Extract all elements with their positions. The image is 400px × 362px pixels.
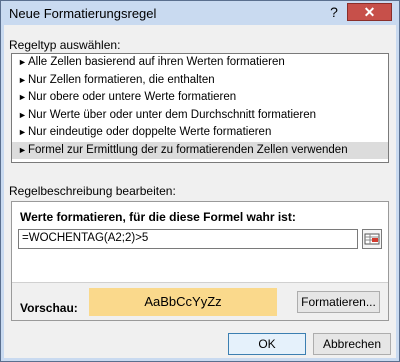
range-select-button[interactable] bbox=[362, 229, 382, 249]
arrow-icon: ► bbox=[18, 74, 27, 85]
help-button[interactable]: ? bbox=[321, 3, 347, 21]
arrow-icon: ► bbox=[18, 109, 27, 120]
close-icon: ✕ bbox=[363, 3, 376, 20]
preview-label: Vorschau: bbox=[20, 301, 78, 315]
format-button[interactable]: Formatieren... bbox=[297, 291, 380, 313]
rule-type-item[interactable]: ►Nur Zellen formatieren, die enthalten bbox=[12, 72, 388, 90]
arrow-icon: ► bbox=[18, 144, 27, 155]
rule-type-item[interactable]: ►Nur eindeutige oder doppelte Werte form… bbox=[12, 124, 388, 142]
rule-type-item-selected[interactable]: ►Formel zur Ermittlung der zu formatiere… bbox=[12, 141, 388, 159]
dialog-body: Regeltyp auswählen: ►Alle Zellen basiere… bbox=[4, 25, 396, 358]
rule-type-item[interactable]: ►Alle Zellen basierend auf ihren Werten … bbox=[12, 54, 388, 72]
ok-button[interactable]: OK bbox=[228, 333, 306, 355]
range-select-icon bbox=[364, 233, 380, 245]
rule-type-list[interactable]: ►Alle Zellen basierend auf ihren Werten … bbox=[11, 53, 389, 163]
formula-section: Werte formatieren, für die diese Formel … bbox=[12, 202, 388, 283]
rule-description-label: Regelbeschreibung bearbeiten: bbox=[9, 184, 176, 198]
help-icon: ? bbox=[330, 4, 338, 20]
arrow-icon: ► bbox=[18, 127, 27, 137]
format-preview: AaBbCcYyZz bbox=[89, 288, 277, 316]
formula-label: Werte formatieren, für die diese Formel … bbox=[20, 210, 296, 224]
formula-input[interactable]: =WOCHENTAG(A2;2)>5 bbox=[18, 229, 358, 249]
dialog-title: Neue Formatierungsregel bbox=[9, 6, 157, 21]
rule-type-item[interactable]: ►Nur Werte über oder unter dem Durchschn… bbox=[12, 107, 388, 125]
cancel-button[interactable]: Abbrechen bbox=[313, 333, 391, 355]
rule-description-panel: Werte formatieren, für die diese Formel … bbox=[11, 201, 389, 321]
rule-type-label: Regeltyp auswählen: bbox=[9, 38, 121, 52]
close-button[interactable]: ✕ bbox=[347, 3, 392, 21]
dialog-window: Neue Formatierungsregel ? ✕ Regeltyp aus… bbox=[0, 0, 400, 362]
arrow-icon: ► bbox=[18, 92, 27, 102]
arrow-icon: ► bbox=[18, 57, 27, 67]
rule-type-item[interactable]: ►Nur obere oder untere Werte formatieren bbox=[12, 89, 388, 107]
title-bar[interactable]: Neue Formatierungsregel ? ✕ bbox=[1, 1, 399, 25]
